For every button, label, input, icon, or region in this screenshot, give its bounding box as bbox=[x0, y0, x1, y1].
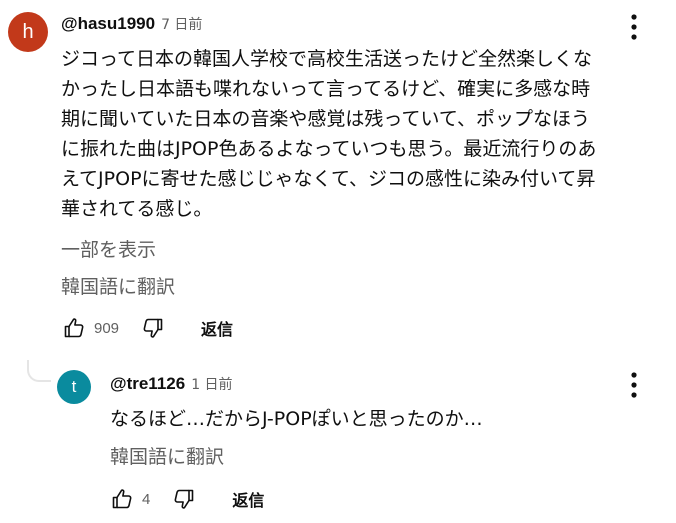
avatar-letter: t bbox=[71, 377, 77, 396]
translate-link[interactable]: 韓国語に翻訳 bbox=[110, 442, 224, 469]
thumb-up-icon bbox=[112, 489, 132, 509]
comment-author[interactable]: @hasu1990 bbox=[61, 14, 155, 34]
thumb-down-icon bbox=[174, 489, 194, 509]
reply-button[interactable]: 返信 bbox=[232, 487, 264, 511]
dislike-button[interactable] bbox=[139, 314, 167, 342]
thumb-up-icon bbox=[64, 318, 84, 338]
comment-line: に振れた曲はJPOP色あるよなっていつも思う。最近流行りのあ bbox=[61, 138, 597, 160]
like-button[interactable] bbox=[108, 485, 136, 513]
reply-author[interactable]: @tre1126 bbox=[110, 374, 185, 394]
comment-line: 華されてる感じ。 bbox=[61, 198, 213, 220]
reply-actions: 4 返信 bbox=[108, 485, 264, 513]
reply-header: @tre1126 1 日前 bbox=[110, 374, 233, 394]
comment-line: 期に聞いていた日本の音楽や感覚は残っていて、ポップなほう bbox=[61, 108, 590, 130]
comment-actions: 909 返信 bbox=[60, 314, 233, 342]
comment-line: えてJPOPに寄せた感じじゃなくて、ジコの感性に染み付いて昇 bbox=[61, 168, 596, 190]
thread-connector bbox=[27, 360, 51, 382]
comment-header: @hasu1990 7 日前 bbox=[61, 14, 202, 34]
comment-body: ジコって日本の韓国人学校で高校生活送ったけど全然楽しくな かったし日本語も喋れな… bbox=[61, 44, 661, 224]
reply-button[interactable]: 返信 bbox=[201, 316, 233, 340]
avatar[interactable]: h bbox=[8, 12, 48, 52]
thumb-down-icon bbox=[143, 318, 163, 338]
reply-time[interactable]: 1 日前 bbox=[191, 374, 232, 394]
comment-time[interactable]: 7 日前 bbox=[161, 14, 202, 34]
comment-line: かったし日本語も喋れないって言ってるけど、確実に多感な時 bbox=[61, 78, 591, 100]
translate-link[interactable]: 韓国語に翻訳 bbox=[61, 272, 175, 299]
read-more-link[interactable]: 一部を表示 bbox=[61, 235, 156, 262]
like-count: 909 bbox=[94, 319, 120, 337]
comment-line: ジコって日本の韓国人学校で高校生活送ったけど全然楽しくな bbox=[61, 48, 593, 70]
more-vert-icon[interactable] bbox=[622, 370, 646, 400]
avatar-letter: h bbox=[22, 20, 34, 43]
reply-body: なるほど…だからJ-POPぽいと思ったのか… bbox=[110, 408, 483, 430]
dislike-button[interactable] bbox=[170, 485, 198, 513]
more-vert-icon[interactable] bbox=[622, 12, 646, 42]
reply-avatar[interactable]: t bbox=[57, 370, 91, 404]
like-count: 4 bbox=[142, 490, 151, 508]
like-button[interactable] bbox=[60, 314, 88, 342]
